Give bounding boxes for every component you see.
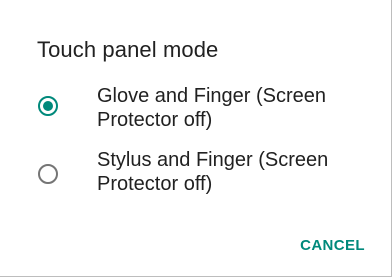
radio-checked-icon[interactable] bbox=[38, 96, 58, 116]
touch-panel-mode-dialog: Touch panel mode Glove and Finger (Scree… bbox=[0, 0, 392, 277]
option-label: Glove and Finger (Screen Protector off) bbox=[97, 85, 327, 131]
option-glove-and-finger[interactable]: Glove and Finger (Screen Protector off) bbox=[0, 80, 390, 144]
cancel-button[interactable]: CANCEL bbox=[296, 234, 369, 258]
dialog-title: Touch panel mode bbox=[37, 37, 219, 62]
option-stylus-and-finger[interactable]: Stylus and Finger (Screen Protector off) bbox=[0, 144, 390, 208]
radio-dot bbox=[43, 101, 53, 111]
option-label: Stylus and Finger (Screen Protector off) bbox=[97, 149, 329, 195]
radio-unchecked-icon[interactable] bbox=[38, 164, 58, 184]
